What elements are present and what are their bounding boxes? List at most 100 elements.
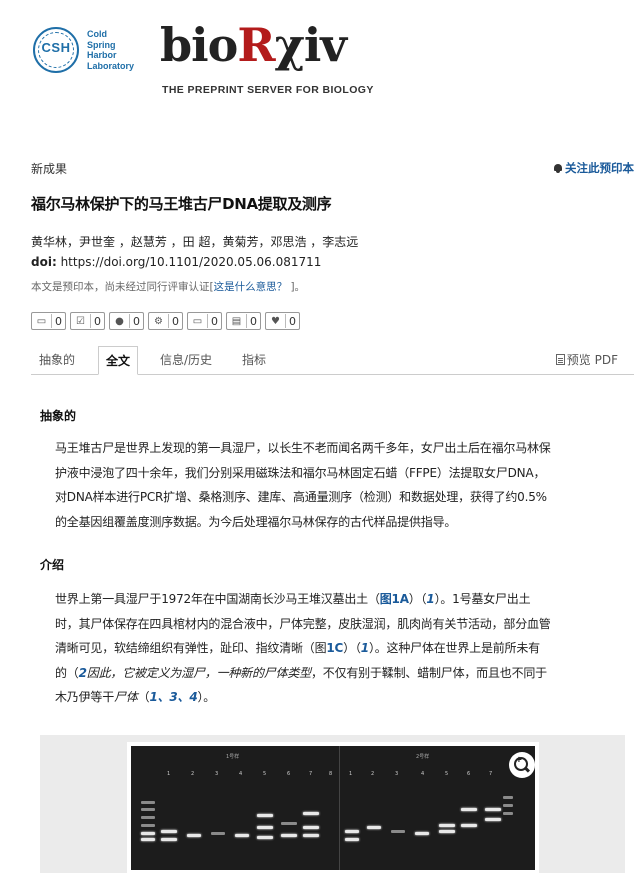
gel-band xyxy=(141,824,155,827)
text-run: 清晰可见，软结缔组织有弹性，趾印、指纹清晰（图 xyxy=(55,641,327,655)
gel-band xyxy=(303,834,319,837)
metric-divider xyxy=(51,314,52,328)
gel-lane-number: 7 xyxy=(309,771,313,777)
doi-line: doi: https://doi.org/10.1101/2020.05.06.… xyxy=(31,255,321,269)
gel-band xyxy=(141,808,155,811)
tagline: THE PREPRINT SERVER FOR BIOLOGY xyxy=(162,84,374,96)
tab-fulltext[interactable]: 全文 xyxy=(98,346,139,375)
follow-label: 关注此预印本 xyxy=(565,161,634,175)
text-run: ）。这种尸体在世界上是前所未有 xyxy=(368,641,540,655)
intro-line: 世界上第一具湿尸于1972年在中国湖南长沙马王堆汉墓出土（图1A）（1）。1号墓… xyxy=(55,587,615,612)
twitter-icon: ♥ xyxy=(271,315,280,327)
tools-metric[interactable]: ⚙ 0 xyxy=(148,312,183,330)
intro-line: 木乃伊等干尸体（1、3、4）。 xyxy=(55,685,615,710)
gel-lane-number: 2 xyxy=(191,771,195,777)
gel-band xyxy=(461,808,477,811)
gel-band xyxy=(141,801,155,804)
comments-metric[interactable]: ▭ 0 xyxy=(31,312,66,330)
abstract-line: 马王堆古尸是世界上发现的第一具湿尸，以长生不老而闻名两千多年，女尸出土后在福尔马… xyxy=(55,441,551,455)
gel-band xyxy=(257,814,273,817)
metric-count: 0 xyxy=(133,314,140,328)
zoom-icon: + xyxy=(514,755,530,773)
gel-lane-number: 4 xyxy=(239,771,243,777)
figure-link[interactable]: 图1A xyxy=(380,592,409,606)
gel-band xyxy=(141,832,155,835)
gel-lane-number: 5 xyxy=(263,771,267,777)
preview-pdf-button[interactable]: 预览 PDF xyxy=(555,351,618,368)
figure-link[interactable]: 1C xyxy=(326,641,343,655)
gel-band xyxy=(391,830,405,833)
gel-lane-number: 2 xyxy=(371,771,375,777)
gel-band xyxy=(281,822,297,825)
gel-lane-number: 3 xyxy=(395,771,399,777)
gel-band xyxy=(461,824,477,827)
tab-abstract[interactable]: 抽象的 xyxy=(39,351,75,368)
metric-divider xyxy=(168,314,169,328)
zoom-button[interactable]: + xyxy=(509,752,535,778)
gel-band xyxy=(257,836,273,839)
reference-link[interactable]: 2 xyxy=(79,666,87,680)
gel-band xyxy=(281,834,297,837)
pdf-label: 预览 PDF xyxy=(566,353,618,367)
reference-link[interactable]: 1、3、4 xyxy=(149,690,197,704)
logo-xiv: χiv xyxy=(274,18,347,72)
doi-link[interactable]: https://doi.org/10.1101/2020.05.06.08171… xyxy=(57,255,322,269)
metric-divider xyxy=(129,314,130,328)
abstract-line: 对DNA样本进行PCR扩增、桑格测序、建库、高通量测序（检测）和数据处理，获得了… xyxy=(55,490,547,504)
biorxiv-logo[interactable]: bioRχiv xyxy=(160,22,347,68)
reference-link[interactable]: 1 xyxy=(361,641,369,655)
text-run: ）。1号墓女尸出土 xyxy=(434,592,531,606)
display-metric[interactable]: ▭ 0 xyxy=(187,312,222,330)
doi-label: doi: xyxy=(31,255,57,269)
text-run: ）。 xyxy=(197,690,216,704)
gel-left-label: 1号样 xyxy=(226,754,240,760)
gel-lane-number: 7 xyxy=(489,771,493,777)
monitor-icon: ▭ xyxy=(192,315,203,327)
text-run: 因此，它被定义为湿尸，一种新的尸体类型 xyxy=(86,665,311,680)
twitter-metric[interactable]: ♥ 0 xyxy=(265,312,300,330)
gel-band xyxy=(187,834,201,837)
gel-band xyxy=(345,838,359,841)
tab-metrics[interactable]: 指标 xyxy=(242,351,266,368)
gel-lane-number: 1 xyxy=(349,771,353,777)
intro-line: 清晰可见，软结缔组织有弹性，趾印、指纹清晰（图1C）（1）。这种尸体在世界上是前… xyxy=(55,636,615,661)
tab-info-history[interactable]: 信息/历史 xyxy=(160,351,212,368)
intro-line: 时，其尸体保存在四具棺材内的混合液中，尸体完整，皮肤湿润，肌肉尚有关节活动，部分… xyxy=(55,616,551,631)
comment-icon: ▭ xyxy=(36,315,47,327)
intro-text: 世界上第一具湿尸于1972年在中国湖南长沙马王堆汉墓出土（图1A）（1）。1号墓… xyxy=(55,587,615,710)
gel-lane-number: 3 xyxy=(215,771,219,777)
metric-count: 0 xyxy=(94,314,101,328)
gel-band xyxy=(485,818,501,821)
site-header: CSH Cold Spring Harbor Laboratory bioRχi… xyxy=(0,0,639,110)
gel-lane-number: 1 xyxy=(167,771,171,777)
gel-band xyxy=(439,830,455,833)
film-icon: ▤ xyxy=(231,315,242,327)
community-metric[interactable]: ● 0 xyxy=(109,312,144,330)
what-does-this-mean-link[interactable]: 这是什么意思？ xyxy=(214,281,291,293)
gel-right-label: 2号样 xyxy=(416,754,430,760)
gel-lane-number: 4 xyxy=(421,771,425,777)
gel-band xyxy=(503,804,513,807)
gel-band xyxy=(303,826,319,829)
metric-count: 0 xyxy=(172,314,179,328)
cshl-logo[interactable]: CSH Cold Spring Harbor Laboratory xyxy=(33,27,135,73)
media-metric[interactable]: ▤ 0 xyxy=(226,312,261,330)
text-run: （ xyxy=(137,690,150,704)
gel-band xyxy=(367,826,381,829)
intro-line: 的（2因此，它被定义为湿尸，一种新的尸体类型，不仅有别于鞣制、蜡制尸体，而且也不… xyxy=(55,661,615,686)
gel-lane-number: 6 xyxy=(287,771,291,777)
metric-divider xyxy=(246,314,247,328)
author-list[interactable]: 黄华林，尹世奎 ，赵慧芳 ，田 超，黄菊芳，邓思浩 ，李志远 xyxy=(31,233,358,250)
metric-divider xyxy=(207,314,208,328)
reviews-metric[interactable]: ☑ 0 xyxy=(70,312,105,330)
page-title: 福尔马林保护下的马王堆古尸DNA提取及测序 xyxy=(31,195,332,213)
follow-button[interactable]: 关注此预印本 xyxy=(553,160,634,176)
text-run: 的（ xyxy=(55,665,79,680)
text-run: 世界上第一具湿尸于1972年在中国湖南长沙马王堆汉墓出土（ xyxy=(55,592,380,606)
text-run: 木乃伊等干 xyxy=(55,690,115,704)
gel-band xyxy=(141,816,155,819)
cshl-name: Cold Spring Harbor Laboratory xyxy=(87,29,135,71)
metric-count: 0 xyxy=(55,314,62,328)
reference-link[interactable]: 1 xyxy=(426,592,434,606)
figure-1[interactable]: 1号样 2号样 1 2 3 4 5 6 7 8 1 2 3 4 5 6 7 + xyxy=(127,742,539,873)
